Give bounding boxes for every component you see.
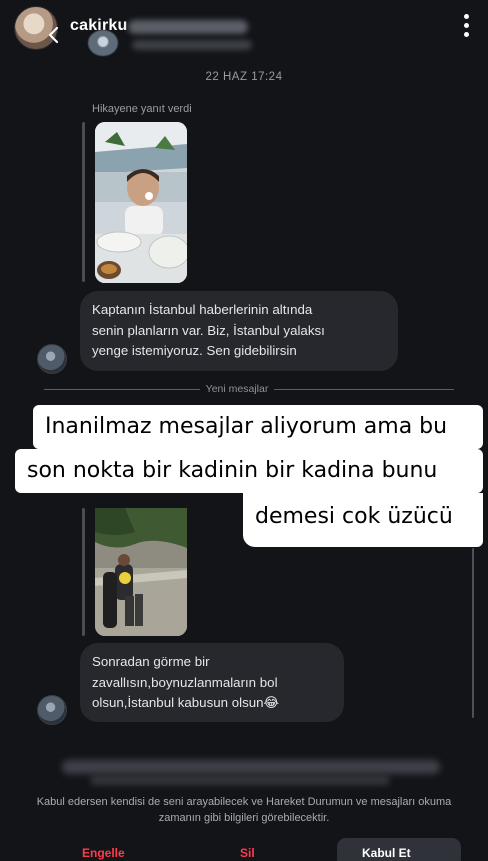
divider-line: [44, 389, 200, 390]
more-vertical-icon[interactable]: [464, 14, 470, 38]
new-messages-divider: Yeni mesajlar: [205, 383, 269, 395]
request-info-text: Kabul edersen kendisi de seni arayabilec…: [36, 796, 452, 824]
request-actions: Engelle Sil Kabul Et: [0, 846, 488, 861]
message-line: olsun,İstanbul kabusun olsun😂: [92, 695, 280, 710]
message-line: Kaptanın İstanbul haberlerinin altında: [92, 302, 313, 317]
sender-avatar[interactable]: [37, 695, 67, 725]
contact-avatar[interactable]: [88, 30, 118, 56]
reply-indicator-bar: [82, 508, 85, 636]
blurred-subtitle: [132, 40, 252, 50]
message-line: yenge istemiyoruz. Sen gidebilirsin: [92, 343, 297, 358]
block-button[interactable]: Engelle: [82, 846, 125, 860]
message-timestamp: 22 HAZ 17:24: [205, 71, 283, 83]
divider-line: [274, 389, 454, 390]
message-line: senin planların var. Biz, İstanbul yalak…: [92, 322, 325, 338]
message-line: Sonradan görme bir: [92, 654, 210, 669]
blurred-request-text: [90, 775, 390, 785]
message-line: zavallısın,boynuzlanmaların bol: [92, 674, 278, 690]
overlay-caption-line: demesi cok üzücü: [243, 493, 483, 547]
blurred-display-name: [128, 20, 248, 34]
overlay-caption-line: son nokta bir kadinin bir kadina bunu: [15, 449, 483, 493]
story-thumbnail[interactable]: [95, 122, 187, 283]
sender-avatar[interactable]: [37, 344, 67, 374]
accept-button[interactable]: Kabul Et: [362, 846, 411, 860]
delete-button[interactable]: Sil: [240, 846, 255, 860]
top-bar: cakirku: [0, 0, 488, 60]
dm-request-screen: cakirku 22 HAZ 17:24 Hikayene yanıt verd…: [0, 0, 488, 861]
story-thumbnail[interactable]: [95, 508, 187, 636]
scrollbar[interactable]: [472, 548, 474, 718]
message-bubble[interactable]: Sonradan görme bir zavallısın,boynuzlanm…: [80, 643, 344, 722]
overlay-caption-line: Inanilmaz mesajlar aliyorum ama bu: [33, 405, 483, 449]
story-reply-label: Hikayene yanıt verdi: [92, 103, 192, 115]
chevron-left-icon[interactable]: [46, 25, 66, 45]
blurred-request-text: [62, 760, 440, 774]
message-bubble[interactable]: Kaptanın İstanbul haberlerinin altında s…: [80, 291, 398, 371]
reply-indicator-bar: [82, 122, 85, 282]
